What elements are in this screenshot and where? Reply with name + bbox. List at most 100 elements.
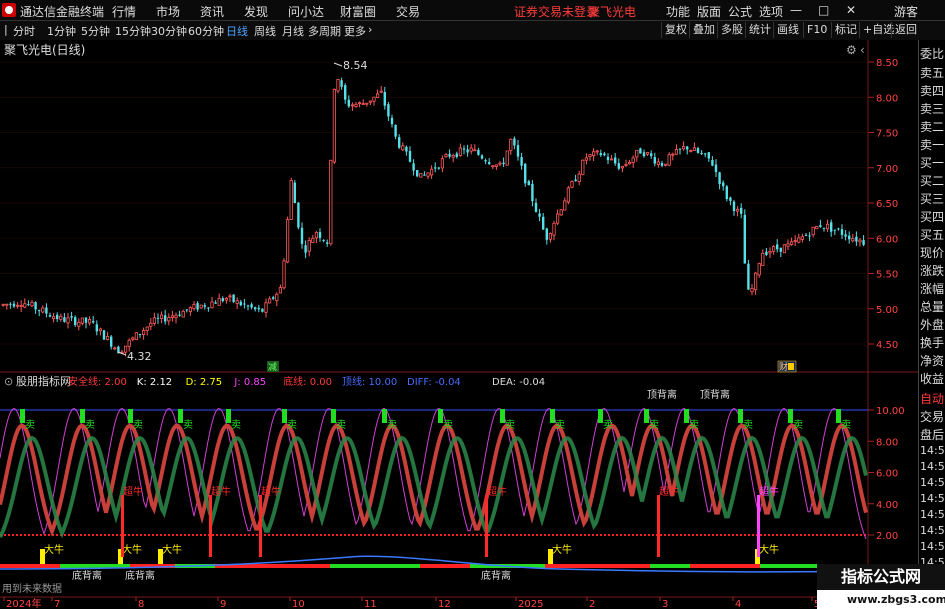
candle-body (599, 152, 602, 156)
chao-niu-bar (485, 495, 488, 557)
quote-item-6[interactable]: 买一 (920, 154, 944, 171)
menu-item-ask[interactable]: 问小达 (288, 3, 324, 20)
quote-item-12[interactable]: 涨跌 (920, 262, 944, 279)
indicator-param-7: DEA: -0.04 (492, 377, 545, 388)
candle-body (844, 234, 847, 237)
candle-body (689, 150, 693, 152)
candle-body (152, 317, 156, 324)
chevron-right-icon[interactable]: › (368, 23, 372, 36)
candle-body (837, 228, 840, 230)
candle-body (505, 150, 509, 166)
candle-body (221, 298, 224, 302)
menu-item-formula[interactable]: 公式 (728, 3, 752, 20)
after-hours-link[interactable]: 盘后 (920, 426, 944, 443)
quote-item-10[interactable]: 买五 (920, 226, 944, 243)
event-tag-reduce[interactable]: 减 (267, 361, 279, 373)
close-icon[interactable]: ✕ (846, 3, 856, 17)
collapse-chevron-icon[interactable]: ‹ (860, 43, 865, 57)
period-weekly[interactable]: 周线 (254, 23, 276, 39)
period-60min[interactable]: 60分钟 (188, 23, 224, 39)
quote-item-18[interactable]: 收益 (920, 370, 944, 387)
candle-body (595, 150, 599, 153)
quote-item-15[interactable]: 外盘 (920, 316, 944, 333)
candle-body (372, 96, 376, 102)
multi-stock-button[interactable]: 多股 (717, 22, 746, 38)
trade-link[interactable]: 交易 (920, 408, 944, 425)
candle-body (614, 157, 617, 164)
period-daily[interactable]: 日线 (226, 23, 248, 39)
menu-item-trade[interactable]: 交易 (396, 3, 420, 20)
stats-button[interactable]: 统计 (745, 22, 774, 38)
auto-toggle[interactable]: 自动 (920, 390, 944, 407)
back-button[interactable]: 返回 (891, 22, 920, 38)
menu-item-discover[interactable]: 发现 (244, 3, 268, 20)
event-tag-finance[interactable]: 财 (777, 360, 797, 373)
candle-body (451, 155, 455, 158)
candle-body (711, 160, 714, 166)
quote-item-5[interactable]: 卖一 (920, 136, 944, 153)
quote-item-2[interactable]: 卖四 (920, 82, 944, 99)
quote-item-17[interactable]: 净资 (920, 352, 944, 369)
quote-item-0[interactable]: 委比 (920, 45, 944, 62)
quote-item-14[interactable]: 总量 (920, 298, 944, 315)
period-intraday[interactable]: 分时 (13, 23, 35, 39)
indicator-chart[interactable]: ⊙ 股朋指标网 安全线: 2.00 K: 2.12 D: 2.75 J: 0.85 底线… (0, 373, 918, 609)
menu-item-market[interactable]: 市场 (156, 3, 180, 20)
maximize-icon[interactable]: □ (818, 3, 829, 17)
settings-gear-icon[interactable]: ⚙ (846, 43, 857, 57)
candle-body (77, 321, 81, 327)
candle-body (686, 146, 689, 150)
candle-body (92, 321, 95, 323)
broker-login-status[interactable]: 证券交易未登录 (514, 3, 598, 20)
quote-item-11[interactable]: 现价 (920, 244, 944, 261)
menu-item-options[interactable]: 选项 (759, 3, 783, 20)
quote-item-7[interactable]: 买二 (920, 172, 944, 189)
period-5min[interactable]: 5分钟 (81, 23, 110, 39)
period-1min[interactable]: 1分钟 (47, 23, 76, 39)
price-tick-label: 5.00 (876, 305, 898, 316)
period-more[interactable]: 更多 (344, 23, 366, 39)
trend-segment (690, 564, 760, 568)
menu-item-quotes[interactable]: 行情 (112, 3, 136, 20)
period-15min[interactable]: 15分钟 (115, 23, 151, 39)
guest-account[interactable]: 游客 (894, 3, 918, 20)
indicator-name[interactable]: 股朋指标网 (16, 374, 71, 388)
candle-body (678, 148, 682, 150)
app-logo-icon (2, 3, 16, 17)
price-chart[interactable]: 聚飞光电(日线) ⚙ ‹ 8.50 8.00 7.50 7.00 6.50 6.00 5.5… (0, 40, 918, 373)
candle-body (768, 251, 772, 254)
candle-body (181, 310, 185, 318)
quote-item-1[interactable]: 卖五 (920, 64, 944, 81)
minimize-icon[interactable]: — (790, 3, 802, 17)
candle-body (520, 157, 523, 166)
period-multi[interactable]: 多周期 (308, 23, 341, 39)
period-30min[interactable]: 30分钟 (151, 23, 187, 39)
candle-body (732, 201, 736, 212)
candle-body (473, 149, 477, 152)
draw-line-button[interactable]: 画线 (773, 22, 802, 38)
watermark-url: www.zbgs3.com (847, 593, 945, 606)
quote-item-9[interactable]: 买四 (920, 208, 944, 225)
menu-item-wealth-circle[interactable]: 财富圈 (340, 3, 376, 20)
menu-item-news[interactable]: 资讯 (200, 3, 224, 20)
indicator-tick-label: 4.00 (876, 500, 898, 511)
quote-item-13[interactable]: 涨幅 (920, 280, 944, 297)
period-monthly[interactable]: 月线 (282, 23, 304, 39)
f10-button[interactable]: F10 (803, 22, 830, 38)
candle-body (102, 330, 106, 340)
quote-item-16[interactable]: 换手 (920, 334, 944, 351)
price-tick-label: 5.50 (876, 270, 898, 281)
overlay-button[interactable]: 叠加 (689, 22, 718, 38)
tick-time-1: 14:56 (920, 460, 945, 473)
indicator-settings-icon[interactable]: ⊙ (4, 375, 13, 388)
menu-item-function[interactable]: 功能 (666, 3, 690, 20)
adjust-button[interactable]: 复权 (661, 22, 690, 38)
candle-body (134, 332, 138, 341)
quote-item-4[interactable]: 卖二 (920, 118, 944, 135)
menu-item-layout[interactable]: 版面 (697, 3, 721, 20)
quote-item-8[interactable]: 买三 (920, 190, 944, 207)
sell-signal-label-9: 卖 (505, 419, 515, 431)
mark-button[interactable]: 标记 (831, 22, 860, 38)
chart-settings-icons[interactable]: ⚙ ‹ (846, 43, 865, 57)
quote-item-3[interactable]: 卖三 (920, 100, 944, 117)
